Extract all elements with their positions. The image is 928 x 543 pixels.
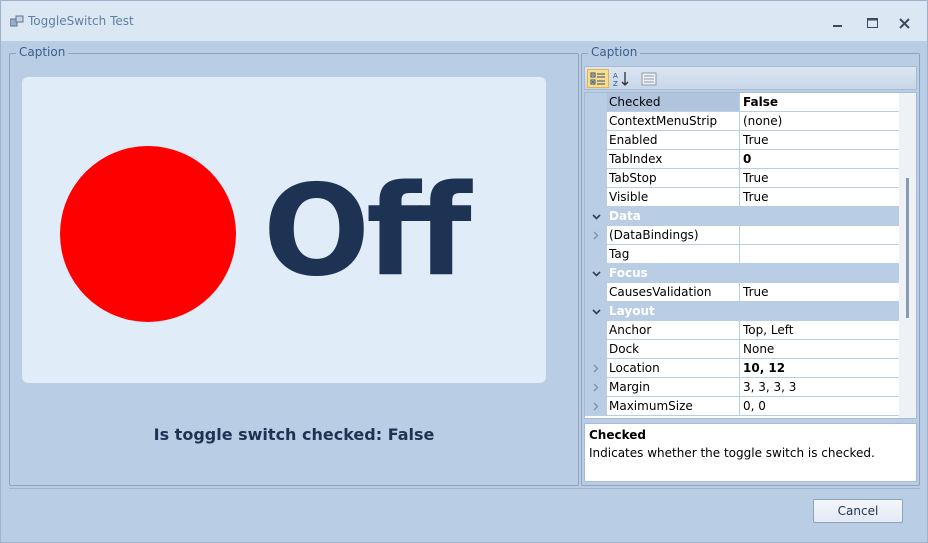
property-grid-toolbar: A Z — [584, 66, 917, 90]
cancel-button[interactable]: Cancel — [813, 499, 903, 523]
toggle-knob[interactable] — [60, 146, 236, 322]
property-name: Anchor — [607, 321, 740, 340]
property-row-dock[interactable]: Dock None — [585, 340, 900, 359]
property-pages-button[interactable] — [637, 69, 661, 88]
scrollbar-thumb[interactable] — [906, 178, 909, 318]
property-row-anchor[interactable]: Anchor Top, Left — [585, 321, 900, 340]
svg-text:Z: Z — [613, 80, 618, 87]
footer-divider — [9, 488, 920, 489]
property-row-databindings[interactable]: (DataBindings) — [585, 226, 900, 245]
alphabetical-icon: A Z — [613, 71, 629, 87]
property-value[interactable]: Top, Left — [740, 321, 900, 340]
expand-chevron-icon[interactable] — [585, 226, 607, 245]
category-focus[interactable]: Focus — [585, 264, 900, 283]
property-row-location[interactable]: Location 10, 12 — [585, 359, 900, 378]
property-row-enabled[interactable]: Enabled True — [585, 131, 900, 150]
main-window: ToggleSwitch Test Caption Off Is toggle … — [0, 0, 928, 543]
minimize-icon — [833, 25, 842, 27]
property-name: ContextMenuStrip — [607, 112, 740, 131]
property-value[interactable]: 0, 0 — [740, 397, 900, 416]
property-name: Enabled — [607, 131, 740, 150]
property-value[interactable]: True — [740, 283, 900, 302]
property-name: Visible — [607, 188, 740, 207]
property-row-checked[interactable]: Checked False — [585, 93, 900, 112]
property-name: MaximumSize — [607, 397, 740, 416]
categorized-icon — [590, 72, 605, 84]
svg-text:A: A — [613, 72, 618, 80]
category-label: Layout — [609, 304, 655, 318]
property-grid: Checked False ContextMenuStrip (none) En… — [584, 92, 917, 419]
maximize-icon — [866, 18, 878, 28]
property-value[interactable]: False — [740, 93, 900, 112]
category-label: Data — [609, 209, 641, 223]
property-pages-icon — [641, 72, 657, 85]
expand-chevron-icon[interactable] — [585, 378, 607, 397]
help-description: Indicates whether the toggle switch is c… — [589, 446, 875, 460]
property-name: Dock — [607, 340, 740, 359]
property-row-causesvalidation[interactable]: CausesValidation True — [585, 283, 900, 302]
property-name: CausesValidation — [607, 283, 740, 302]
category-label: Focus — [609, 266, 648, 280]
property-value[interactable]: True — [740, 188, 900, 207]
property-value[interactable] — [740, 245, 900, 264]
help-title: Checked — [589, 428, 646, 442]
categorized-button[interactable] — [587, 69, 609, 88]
property-name: Location — [607, 359, 740, 378]
close-button[interactable] — [889, 11, 919, 35]
collapse-chevron-icon[interactable] — [585, 207, 607, 226]
property-value[interactable] — [740, 226, 900, 245]
status-label: Is toggle switch checked: False — [153, 425, 435, 444]
maximize-button[interactable] — [857, 11, 887, 35]
property-value[interactable]: True — [740, 131, 900, 150]
property-name: Margin — [607, 378, 740, 397]
collapse-chevron-icon[interactable] — [585, 302, 607, 321]
property-name: Checked — [607, 93, 740, 112]
toggle-state-text: Off — [263, 157, 472, 304]
property-name: (DataBindings) — [607, 226, 740, 245]
property-help-panel: Checked Indicates whether the toggle swi… — [584, 423, 917, 482]
property-value[interactable]: (none) — [740, 112, 900, 131]
property-row-maximumsize[interactable]: MaximumSize 0, 0 — [585, 397, 900, 416]
category-layout[interactable]: Layout — [585, 302, 900, 321]
window-title: ToggleSwitch Test — [28, 14, 134, 28]
property-name: TabIndex — [607, 150, 740, 169]
property-row-tag[interactable]: Tag — [585, 245, 900, 264]
property-name: Tag — [607, 245, 740, 264]
property-grid-scrollbar[interactable] — [899, 93, 916, 418]
group-caption-right: Caption — [588, 45, 641, 59]
property-value[interactable]: 0 — [740, 150, 900, 169]
expand-chevron-icon[interactable] — [585, 397, 607, 416]
property-row-margin[interactable]: Margin 3, 3, 3, 3 — [585, 378, 900, 397]
close-icon — [898, 17, 910, 29]
title-bar: ToggleSwitch Test — [1, 1, 927, 41]
property-value[interactable]: None — [740, 340, 900, 359]
property-row-visible[interactable]: Visible True — [585, 188, 900, 207]
property-value[interactable]: 3, 3, 3, 3 — [740, 378, 900, 397]
expand-chevron-icon[interactable] — [585, 359, 607, 378]
minimize-button[interactable] — [823, 11, 853, 35]
property-value[interactable]: True — [740, 169, 900, 188]
property-value[interactable]: 10, 12 — [740, 359, 900, 378]
property-name: TabStop — [607, 169, 740, 188]
group-caption-left: Caption — [16, 45, 69, 59]
app-icon — [10, 15, 24, 27]
property-row-tabstop[interactable]: TabStop True — [585, 169, 900, 188]
alphabetical-button[interactable]: A Z — [610, 69, 632, 88]
category-data[interactable]: Data — [585, 207, 900, 226]
property-row-contextmenustrip[interactable]: ContextMenuStrip (none) — [585, 112, 900, 131]
collapse-chevron-icon[interactable] — [585, 264, 607, 283]
property-row-tabindex[interactable]: TabIndex 0 — [585, 150, 900, 169]
